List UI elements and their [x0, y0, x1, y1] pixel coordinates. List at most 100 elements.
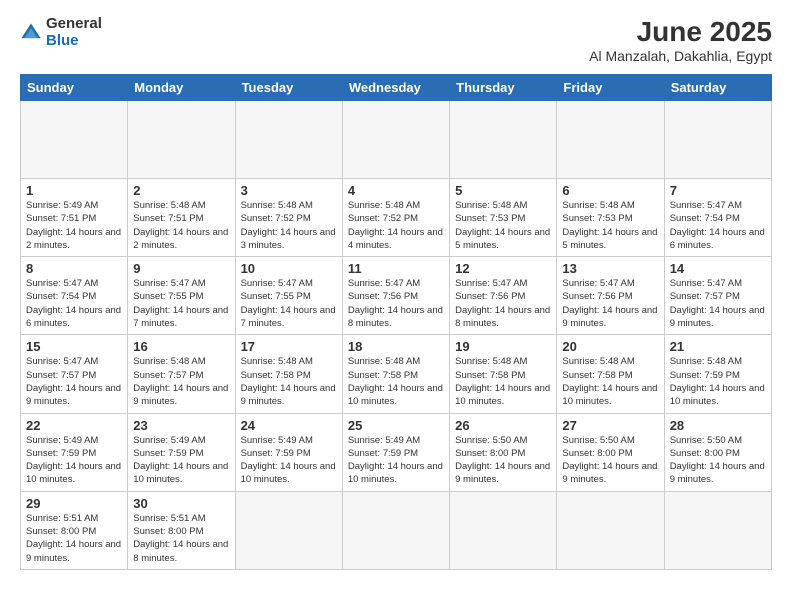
- day-info: Sunrise: 5:49 AMSunset: 7:59 PMDaylight:…: [26, 434, 122, 487]
- day-info: Sunrise: 5:47 AMSunset: 7:57 PMDaylight:…: [670, 277, 766, 330]
- calendar-week-row: 8Sunrise: 5:47 AMSunset: 7:54 PMDaylight…: [21, 257, 772, 335]
- table-row: 29Sunrise: 5:51 AMSunset: 8:00 PMDayligh…: [21, 491, 128, 569]
- day-info: Sunrise: 5:48 AMSunset: 7:52 PMDaylight:…: [241, 199, 337, 252]
- table-row: 16Sunrise: 5:48 AMSunset: 7:57 PMDayligh…: [128, 335, 235, 413]
- day-info: Sunrise: 5:48 AMSunset: 7:57 PMDaylight:…: [133, 355, 229, 408]
- header-saturday: Saturday: [664, 75, 771, 101]
- day-number: 11: [348, 261, 444, 276]
- table-row: [128, 101, 235, 179]
- day-info: Sunrise: 5:50 AMSunset: 8:00 PMDaylight:…: [562, 434, 658, 487]
- day-number: 13: [562, 261, 658, 276]
- table-row: [557, 101, 664, 179]
- day-number: 28: [670, 418, 766, 433]
- day-info: Sunrise: 5:48 AMSunset: 7:59 PMDaylight:…: [670, 355, 766, 408]
- logo-blue-text: Blue: [46, 33, 102, 50]
- day-number: 26: [455, 418, 551, 433]
- day-number: 18: [348, 339, 444, 354]
- day-number: 3: [241, 183, 337, 198]
- table-row: [235, 491, 342, 569]
- table-row: [450, 491, 557, 569]
- table-row: 17Sunrise: 5:48 AMSunset: 7:58 PMDayligh…: [235, 335, 342, 413]
- table-row: [235, 101, 342, 179]
- logo-general-text: General: [46, 16, 102, 33]
- table-row: 22Sunrise: 5:49 AMSunset: 7:59 PMDayligh…: [21, 413, 128, 491]
- table-row: 5Sunrise: 5:48 AMSunset: 7:53 PMDaylight…: [450, 179, 557, 257]
- day-number: 5: [455, 183, 551, 198]
- table-row: [342, 491, 449, 569]
- day-number: 24: [241, 418, 337, 433]
- logo-icon: [20, 22, 42, 44]
- header-wednesday: Wednesday: [342, 75, 449, 101]
- table-row: 1Sunrise: 5:49 AMSunset: 7:51 PMDaylight…: [21, 179, 128, 257]
- table-row: [450, 101, 557, 179]
- day-number: 30: [133, 496, 229, 511]
- day-info: Sunrise: 5:51 AMSunset: 8:00 PMDaylight:…: [26, 512, 122, 565]
- day-number: 21: [670, 339, 766, 354]
- day-info: Sunrise: 5:49 AMSunset: 7:59 PMDaylight:…: [133, 434, 229, 487]
- day-number: 23: [133, 418, 229, 433]
- day-info: Sunrise: 5:47 AMSunset: 7:55 PMDaylight:…: [133, 277, 229, 330]
- calendar-week-row: 29Sunrise: 5:51 AMSunset: 8:00 PMDayligh…: [21, 491, 772, 569]
- header-sunday: Sunday: [21, 75, 128, 101]
- month-title: June 2025: [589, 16, 772, 48]
- calendar-header-row: Sunday Monday Tuesday Wednesday Thursday…: [21, 75, 772, 101]
- day-info: Sunrise: 5:47 AMSunset: 7:56 PMDaylight:…: [348, 277, 444, 330]
- day-info: Sunrise: 5:50 AMSunset: 8:00 PMDaylight:…: [670, 434, 766, 487]
- table-row: 6Sunrise: 5:48 AMSunset: 7:53 PMDaylight…: [557, 179, 664, 257]
- table-row: 20Sunrise: 5:48 AMSunset: 7:58 PMDayligh…: [557, 335, 664, 413]
- day-info: Sunrise: 5:47 AMSunset: 7:57 PMDaylight:…: [26, 355, 122, 408]
- day-number: 27: [562, 418, 658, 433]
- day-number: 12: [455, 261, 551, 276]
- day-info: Sunrise: 5:48 AMSunset: 7:58 PMDaylight:…: [562, 355, 658, 408]
- day-info: Sunrise: 5:47 AMSunset: 7:55 PMDaylight:…: [241, 277, 337, 330]
- day-info: Sunrise: 5:48 AMSunset: 7:53 PMDaylight:…: [455, 199, 551, 252]
- day-info: Sunrise: 5:47 AMSunset: 7:56 PMDaylight:…: [455, 277, 551, 330]
- day-number: 22: [26, 418, 122, 433]
- day-number: 29: [26, 496, 122, 511]
- header-tuesday: Tuesday: [235, 75, 342, 101]
- logo-text: General Blue: [46, 16, 102, 49]
- table-row: 25Sunrise: 5:49 AMSunset: 7:59 PMDayligh…: [342, 413, 449, 491]
- table-row: 9Sunrise: 5:47 AMSunset: 7:55 PMDaylight…: [128, 257, 235, 335]
- table-row: 13Sunrise: 5:47 AMSunset: 7:56 PMDayligh…: [557, 257, 664, 335]
- day-number: 1: [26, 183, 122, 198]
- table-row: 28Sunrise: 5:50 AMSunset: 8:00 PMDayligh…: [664, 413, 771, 491]
- day-number: 9: [133, 261, 229, 276]
- day-info: Sunrise: 5:48 AMSunset: 7:58 PMDaylight:…: [241, 355, 337, 408]
- table-row: [557, 491, 664, 569]
- table-row: 30Sunrise: 5:51 AMSunset: 8:00 PMDayligh…: [128, 491, 235, 569]
- table-row: [342, 101, 449, 179]
- day-info: Sunrise: 5:48 AMSunset: 7:53 PMDaylight:…: [562, 199, 658, 252]
- title-block: June 2025 Al Manzalah, Dakahlia, Egypt: [589, 16, 772, 64]
- day-info: Sunrise: 5:48 AMSunset: 7:58 PMDaylight:…: [455, 355, 551, 408]
- day-info: Sunrise: 5:49 AMSunset: 7:59 PMDaylight:…: [241, 434, 337, 487]
- table-row: 27Sunrise: 5:50 AMSunset: 8:00 PMDayligh…: [557, 413, 664, 491]
- calendar-week-row: [21, 101, 772, 179]
- table-row: [21, 101, 128, 179]
- day-number: 25: [348, 418, 444, 433]
- day-info: Sunrise: 5:47 AMSunset: 7:54 PMDaylight:…: [26, 277, 122, 330]
- header-thursday: Thursday: [450, 75, 557, 101]
- table-row: [664, 101, 771, 179]
- calendar-week-row: 22Sunrise: 5:49 AMSunset: 7:59 PMDayligh…: [21, 413, 772, 491]
- table-row: 7Sunrise: 5:47 AMSunset: 7:54 PMDaylight…: [664, 179, 771, 257]
- day-info: Sunrise: 5:49 AMSunset: 7:51 PMDaylight:…: [26, 199, 122, 252]
- day-number: 15: [26, 339, 122, 354]
- table-row: 11Sunrise: 5:47 AMSunset: 7:56 PMDayligh…: [342, 257, 449, 335]
- calendar-table: Sunday Monday Tuesday Wednesday Thursday…: [20, 74, 772, 570]
- day-info: Sunrise: 5:48 AMSunset: 7:52 PMDaylight:…: [348, 199, 444, 252]
- table-row: 18Sunrise: 5:48 AMSunset: 7:58 PMDayligh…: [342, 335, 449, 413]
- day-number: 2: [133, 183, 229, 198]
- table-row: 2Sunrise: 5:48 AMSunset: 7:51 PMDaylight…: [128, 179, 235, 257]
- day-number: 17: [241, 339, 337, 354]
- table-row: 23Sunrise: 5:49 AMSunset: 7:59 PMDayligh…: [128, 413, 235, 491]
- table-row: 8Sunrise: 5:47 AMSunset: 7:54 PMDaylight…: [21, 257, 128, 335]
- header: General Blue June 2025 Al Manzalah, Daka…: [20, 16, 772, 64]
- day-info: Sunrise: 5:47 AMSunset: 7:54 PMDaylight:…: [670, 199, 766, 252]
- location-title: Al Manzalah, Dakahlia, Egypt: [589, 48, 772, 64]
- table-row: [664, 491, 771, 569]
- table-row: 21Sunrise: 5:48 AMSunset: 7:59 PMDayligh…: [664, 335, 771, 413]
- day-info: Sunrise: 5:51 AMSunset: 8:00 PMDaylight:…: [133, 512, 229, 565]
- day-number: 4: [348, 183, 444, 198]
- table-row: 15Sunrise: 5:47 AMSunset: 7:57 PMDayligh…: [21, 335, 128, 413]
